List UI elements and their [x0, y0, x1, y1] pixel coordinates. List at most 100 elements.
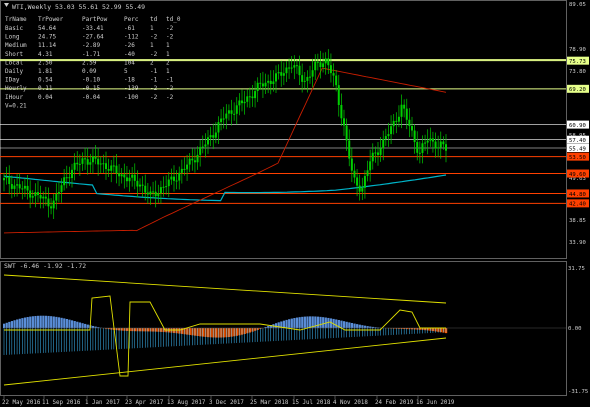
symbol-header: WTI,Weekly 53.03 55.61 52.99 55.49 [12, 3, 145, 11]
table-cell: 0.09 [82, 68, 97, 75]
oscillator-header: SWT -6.46 -1.92 -1.72 [4, 262, 86, 270]
candle-body [424, 142, 427, 144]
osc-histogram-bar [303, 316, 306, 328]
candle-body [387, 134, 390, 137]
osc-histogram-bar [47, 315, 50, 328]
candle-body [288, 67, 291, 69]
candle-body [71, 169, 73, 179]
candle-body [261, 83, 264, 87]
candle-body [175, 180, 178, 182]
chart-header: WTI,Weekly 53.03 55.61 52.99 55.49 [4, 3, 145, 11]
osc-histogram-bar [78, 322, 82, 328]
table-cell: -26 [124, 42, 135, 49]
candle-body [199, 147, 202, 155]
osc-histogram-bar [26, 317, 29, 328]
osc-histogram-bar [31, 316, 34, 328]
candle-body [418, 152, 421, 154]
table-cell: -1 [150, 68, 158, 75]
table-header: TrName [5, 16, 27, 23]
table-cell: -2 [166, 94, 174, 101]
candle-body [256, 82, 259, 92]
osc-histogram-bar [298, 317, 301, 328]
candle-body [390, 126, 393, 135]
candle-body [403, 104, 406, 109]
candle-body [26, 185, 29, 191]
candle-body [55, 193, 58, 201]
osc-histogram-bar [44, 315, 48, 328]
candle-body [243, 101, 246, 104]
table-cell: IHour [5, 94, 23, 101]
osc-histogram-bar [353, 323, 356, 328]
candle-body [426, 140, 429, 143]
price-tick-label: 33.90 [569, 240, 586, 246]
table-cell: 1 [166, 51, 170, 58]
candle-body [269, 80, 272, 85]
osc-histogram-bar [13, 320, 16, 328]
candle-body [379, 148, 382, 155]
candle-body [29, 190, 32, 198]
osc-histogram-bar [335, 319, 338, 328]
candle-body [220, 118, 223, 123]
candle-body [431, 138, 434, 142]
time-tick-label: 15 Jul 2018 [292, 400, 331, 406]
candle-body [405, 108, 408, 120]
table-cell: 2.50 [38, 59, 53, 66]
candle-body [196, 154, 199, 163]
candle-body [332, 73, 335, 76]
table-cell: Long [5, 34, 20, 41]
candle-body [264, 82, 267, 87]
osc-histogram-bar [356, 324, 359, 328]
candle-body [13, 185, 16, 189]
candle-body [207, 137, 209, 145]
price-level-label: 53.50 [569, 155, 586, 161]
osc-histogram-bar [361, 325, 364, 328]
candle-body [246, 96, 249, 102]
candle-body [437, 147, 440, 149]
candle-body [434, 141, 437, 149]
candle-body [118, 173, 121, 177]
candle-body [397, 116, 400, 122]
candle-body [295, 65, 298, 67]
candle-body [23, 185, 26, 189]
osc-histogram-bar [23, 317, 27, 328]
table-header: PartPow [82, 16, 108, 23]
table-cell: 11.14 [38, 42, 56, 49]
time-tick-label: 11 Sep 2016 [42, 400, 81, 406]
candle-body [18, 184, 21, 189]
candle-body [275, 73, 277, 82]
table-cell: Medium [5, 42, 27, 49]
candle-body [311, 70, 314, 77]
candle-body [235, 105, 238, 114]
osc-histogram-bar [34, 315, 37, 328]
candle-body [188, 158, 191, 165]
candle-body [230, 110, 233, 114]
candle-body [107, 169, 110, 171]
chart-window[interactable]: WTI,Weekly 53.03 55.61 52.99 55.49 TrNam… [0, 0, 590, 407]
candle-body [439, 141, 442, 148]
candle-body [277, 72, 280, 74]
osc-histogram-bar [55, 316, 58, 328]
table-header: td [150, 16, 158, 23]
osc-histogram-bar [319, 316, 322, 328]
table-cell: -61 [124, 25, 135, 32]
candle-body [57, 191, 60, 194]
table-cell: 5 [124, 68, 128, 75]
osc-histogram-bar [42, 315, 45, 328]
candle-body [102, 163, 105, 165]
candle-body [97, 158, 100, 165]
osc-histogram-bar [60, 317, 63, 328]
price-level-label: 42.40 [569, 202, 586, 208]
candle-body [290, 67, 293, 69]
table-cell: -33.41 [82, 25, 104, 32]
candle-body [251, 96, 254, 99]
osc-histogram-bar [358, 324, 361, 328]
candle-body [165, 186, 168, 188]
time-tick-label: 13 Aug 2017 [167, 400, 206, 406]
candle-body [39, 195, 42, 199]
candle-body [193, 160, 196, 163]
osc-histogram-bar [63, 318, 66, 328]
table-cell: 4.31 [38, 51, 53, 58]
candle-body [445, 144, 447, 151]
table-cell: -0.10 [82, 77, 100, 84]
osc-histogram-bar [348, 322, 351, 328]
